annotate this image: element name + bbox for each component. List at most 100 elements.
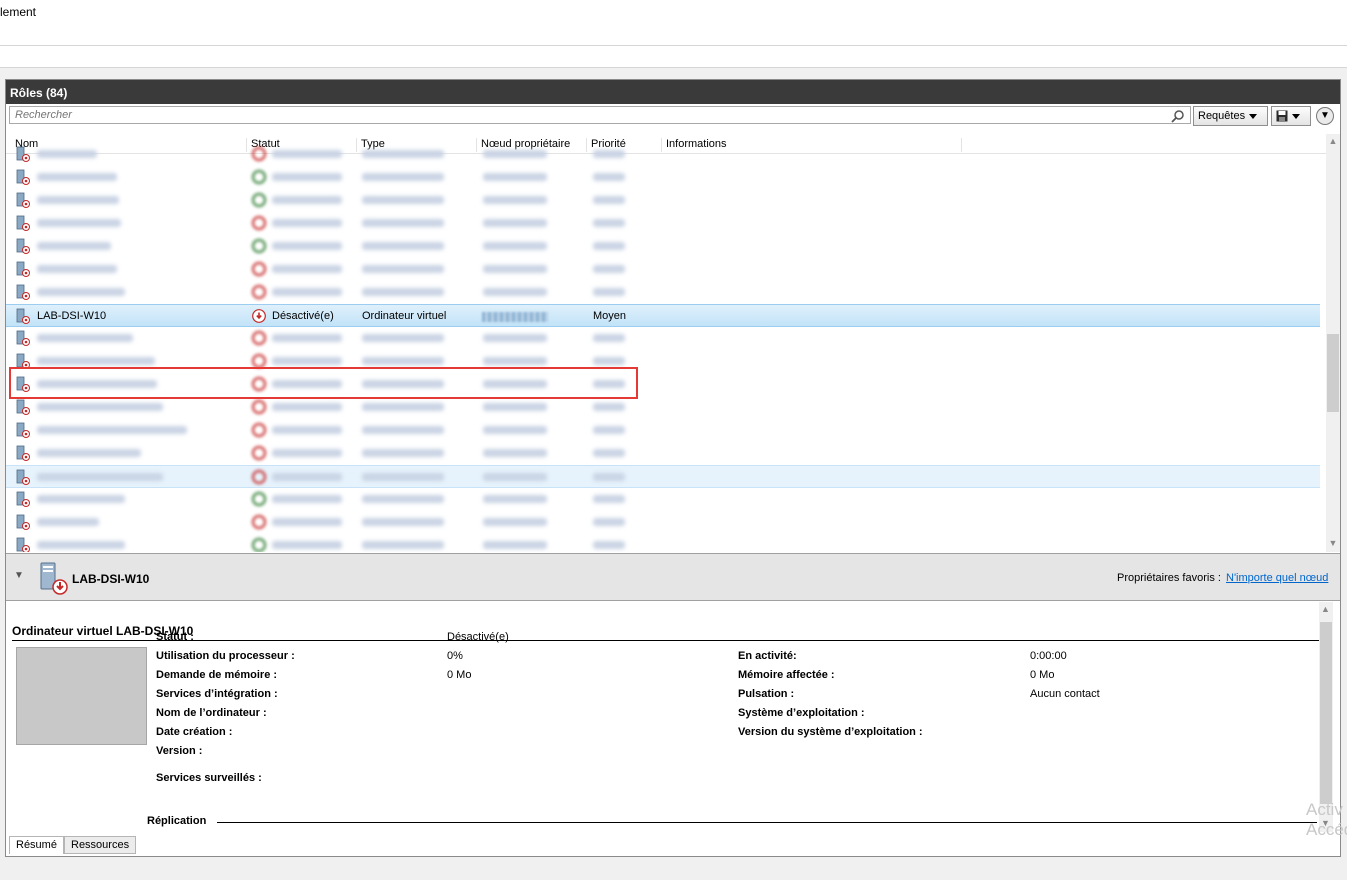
table-row[interactable] <box>6 189 1320 212</box>
row-type-redacted <box>362 288 444 296</box>
chevron-down-icon: ▼ <box>1320 110 1330 121</box>
table-row[interactable] <box>6 442 1320 465</box>
field-label: Système d’exploitation : <box>738 707 865 719</box>
vm-icon <box>16 330 30 346</box>
table-row-selected[interactable]: LAB-DSI-W10 Désactivé(e) Ordinateur virtue… <box>6 304 1320 327</box>
status-icon <box>252 216 266 230</box>
table-row[interactable] <box>6 511 1320 534</box>
status-icon <box>252 262 266 276</box>
status-icon <box>252 515 266 529</box>
row-name-redacted <box>37 196 119 204</box>
search-input[interactable] <box>9 106 1191 124</box>
row-type-redacted <box>362 265 444 273</box>
row-priority-redacted <box>593 196 625 204</box>
status-icon <box>252 331 266 345</box>
vm-thumbnail[interactable] <box>16 647 147 745</box>
watermark-line: Activ <box>1306 800 1343 819</box>
table-row[interactable] <box>6 534 1320 552</box>
table-row[interactable] <box>6 258 1320 281</box>
table-row[interactable] <box>6 327 1320 350</box>
row-type-redacted <box>362 518 444 526</box>
row-type-redacted <box>362 541 444 549</box>
field-value: 0% <box>447 650 463 662</box>
vm-icon <box>16 399 30 415</box>
scroll-down-icon[interactable]: ▼ <box>1328 538 1338 548</box>
row-name-redacted <box>37 219 121 227</box>
row-name-redacted <box>37 426 187 434</box>
vm-icon <box>16 284 30 300</box>
save-query-button[interactable] <box>1271 106 1311 126</box>
watermark-line: Accéd <box>1306 820 1347 839</box>
row-node-redacted <box>483 495 547 503</box>
table-row[interactable] <box>6 281 1320 304</box>
details-header: ▼ LAB-DSI-W10 Propriétaires favoris : N'… <box>6 553 1340 601</box>
table-row[interactable] <box>6 488 1320 511</box>
vm-icon <box>16 192 30 208</box>
status-icon <box>252 538 266 552</box>
details-scrollbar[interactable]: ▲ ▼ <box>1319 602 1333 832</box>
search-icon[interactable] <box>1171 109 1185 123</box>
chevron-down-icon <box>1292 113 1300 119</box>
status-icon <box>252 492 266 506</box>
vm-icon <box>16 238 30 254</box>
vm-icon <box>16 261 30 277</box>
details-name: LAB-DSI-W10 <box>72 572 150 586</box>
row-node-redacted <box>483 196 547 204</box>
field-label: Statut : <box>156 631 194 643</box>
row-type-redacted <box>362 334 444 342</box>
table-row[interactable] <box>6 396 1320 419</box>
row-type-redacted <box>362 473 444 481</box>
row-status-redacted <box>272 541 342 549</box>
status-icon <box>252 239 266 253</box>
row-priority: Moyen <box>593 310 627 322</box>
scroll-up-icon[interactable]: ▲ <box>1328 136 1338 146</box>
row-node-redacted <box>483 265 547 273</box>
table-row[interactable] <box>6 465 1320 488</box>
tab-resume[interactable]: Résumé <box>9 836 64 854</box>
roles-grid[interactable]: Nom Statut Type Nœud propriétaire Priori… <box>6 134 1326 552</box>
status-icon <box>252 285 266 299</box>
table-row[interactable] <box>6 166 1320 189</box>
vm-icon <box>16 514 30 530</box>
table-row[interactable] <box>6 143 1320 166</box>
field-label: Nom de l’ordinateur : <box>156 707 267 719</box>
row-node-redacted <box>483 357 547 365</box>
row-node-redacted <box>483 518 547 526</box>
row-status-redacted <box>272 334 342 342</box>
row-status: Désactivé(e) <box>272 310 334 322</box>
table-row[interactable] <box>6 419 1320 442</box>
row-status-redacted <box>272 403 342 411</box>
queries-button[interactable]: Requêtes <box>1193 106 1268 126</box>
row-type-redacted <box>362 242 444 250</box>
status-icon <box>252 400 266 414</box>
row-node-redacted <box>483 426 547 434</box>
status-icon <box>252 423 266 437</box>
collapse-chevron-icon[interactable]: ▼ <box>14 570 24 581</box>
table-row[interactable] <box>6 235 1320 258</box>
row-priority-redacted <box>593 518 625 526</box>
tab-ressources[interactable]: Ressources <box>64 836 137 854</box>
row-node-redacted <box>483 473 547 481</box>
row-node-redacted <box>483 150 547 158</box>
divider <box>217 822 1317 823</box>
expand-panel-button[interactable]: ▼ <box>1316 107 1334 125</box>
vm-icon <box>16 169 30 185</box>
grid-scrollbar[interactable]: ▲ ▼ <box>1326 134 1340 552</box>
status-icon <box>252 147 266 161</box>
row-type-redacted <box>362 173 444 181</box>
row-status-redacted <box>272 426 342 434</box>
field-label: En activité: <box>738 650 797 662</box>
details-pane: Ordinateur virtuel LAB-DSI-W10 Réplicati… <box>6 602 1326 832</box>
row-node-redacted <box>483 288 547 296</box>
row-name-redacted <box>37 173 117 181</box>
scroll-thumb[interactable] <box>1320 622 1332 804</box>
table-row[interactable] <box>6 212 1320 235</box>
chevron-down-icon <box>1249 113 1258 119</box>
row-type-redacted <box>362 403 444 411</box>
favorite-owners-link[interactable]: N'importe quel nœud <box>1226 572 1328 584</box>
divider <box>12 640 1320 641</box>
scroll-up-icon[interactable]: ▲ <box>1321 604 1330 614</box>
row-type-redacted <box>362 150 444 158</box>
row-status-redacted <box>272 518 342 526</box>
scroll-thumb[interactable] <box>1327 334 1339 412</box>
